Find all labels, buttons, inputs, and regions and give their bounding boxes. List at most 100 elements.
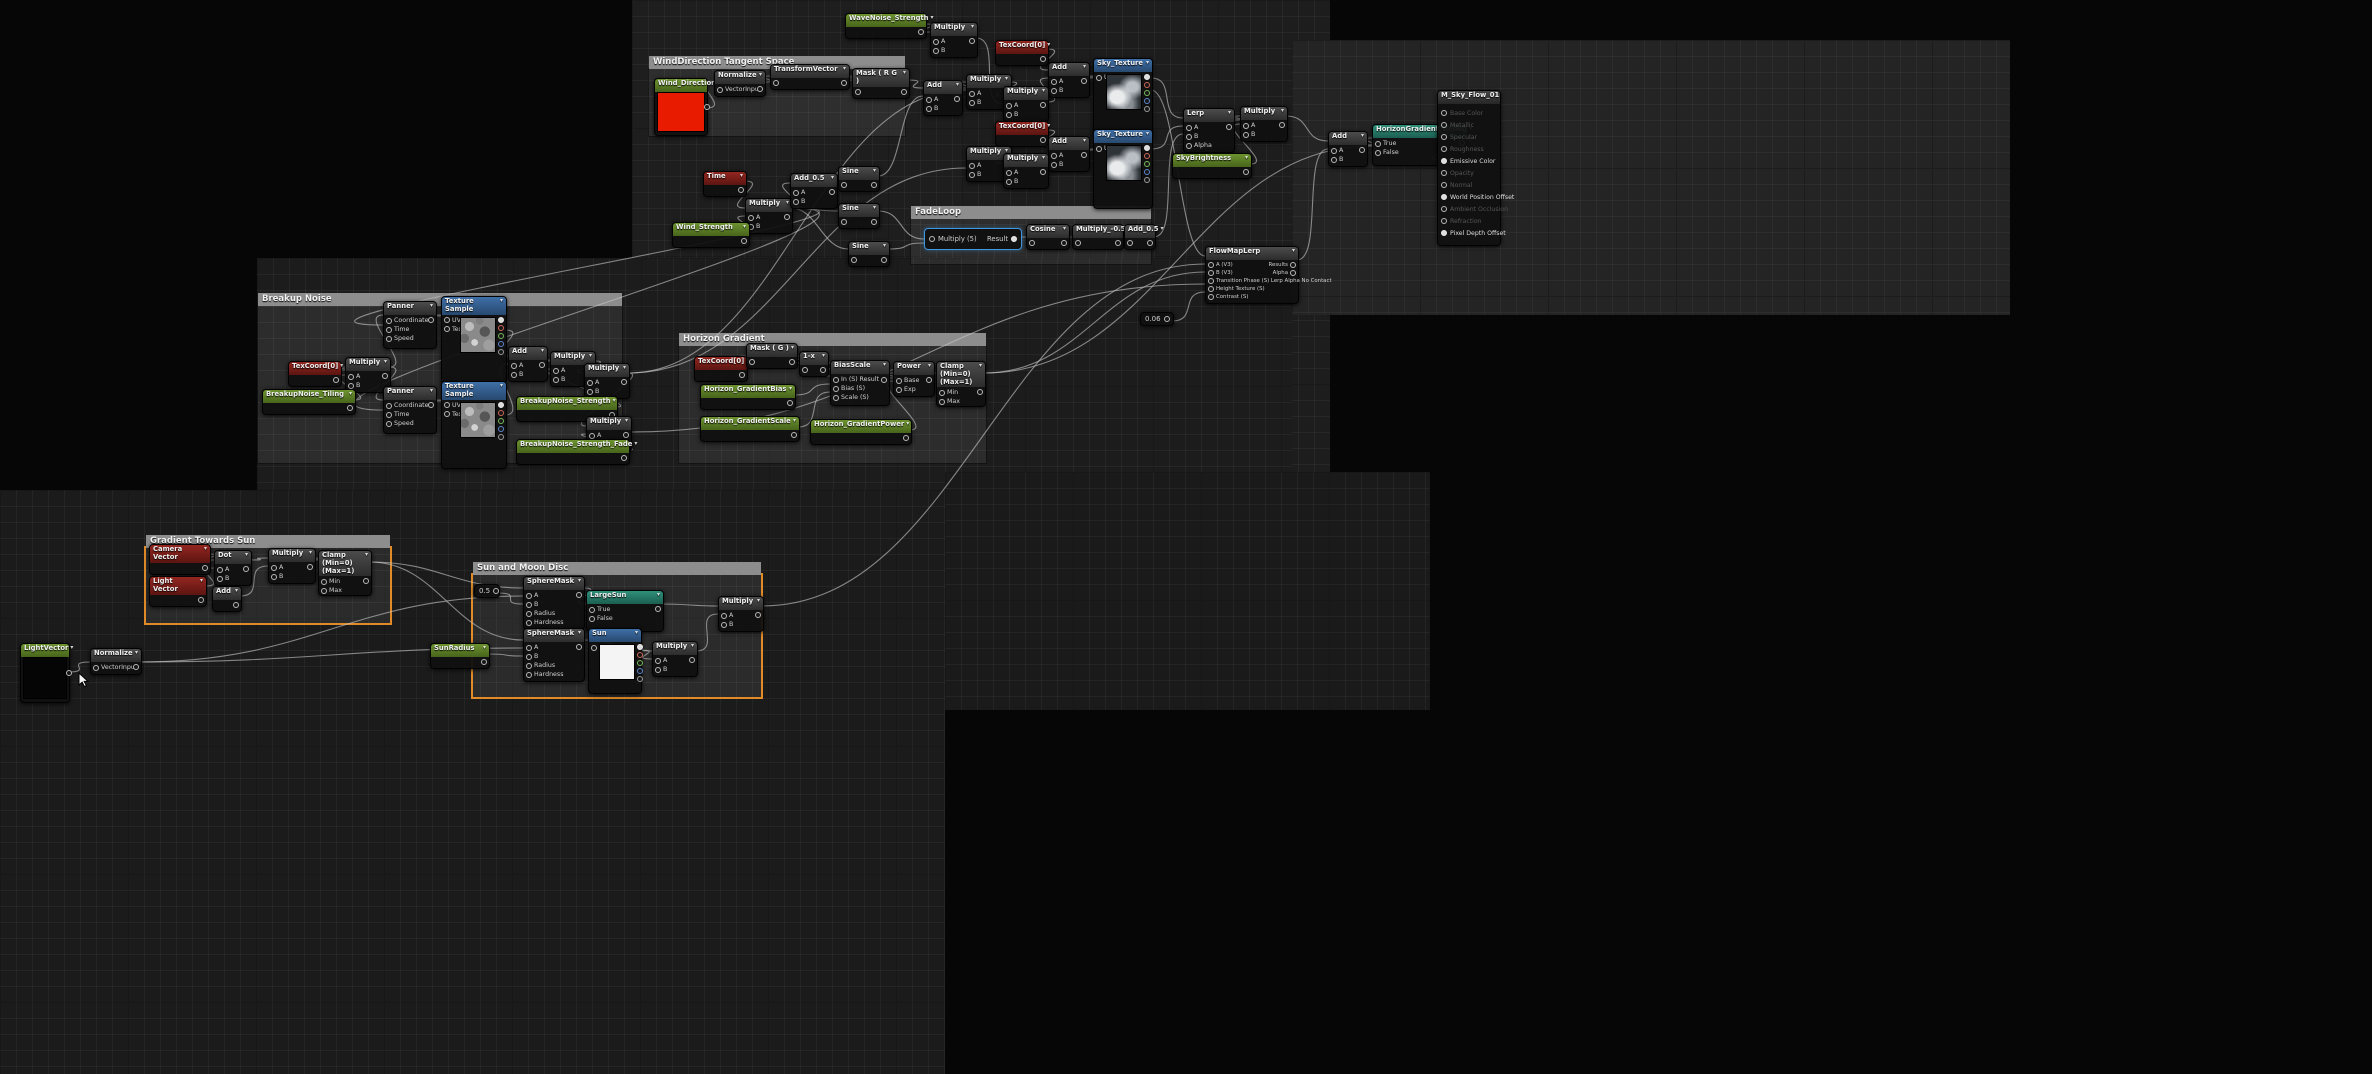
output-pin-row[interactable] bbox=[498, 418, 504, 424]
dropdown-caret-icon[interactable]: ▾ bbox=[793, 418, 796, 429]
input-pin-row[interactable]: UVs bbox=[591, 644, 597, 651]
input-pin-row[interactable]: A bbox=[655, 657, 667, 664]
pin-specular[interactable] bbox=[1441, 134, 1447, 140]
node-header[interactable]: Horizon_GradientScale▾ bbox=[701, 417, 799, 430]
output-pin-row[interactable] bbox=[498, 317, 504, 323]
node-texcoord_d[interactable]: TexCoord[0]▾ bbox=[694, 356, 748, 382]
node-wind_direction[interactable]: Wind_Direction▾ bbox=[654, 78, 708, 136]
input-pin-row[interactable]: B (V3) bbox=[1208, 270, 1278, 276]
pin-in[interactable] bbox=[855, 89, 861, 95]
input-pin-row[interactable] bbox=[802, 367, 808, 373]
input-pin-row[interactable]: UVs bbox=[1096, 145, 1104, 152]
pin-UVs[interactable] bbox=[444, 402, 450, 408]
node-header[interactable]: Texture Sample▾ bbox=[442, 382, 506, 400]
node-header[interactable]: Time▾ bbox=[704, 172, 746, 185]
dropdown-caret-icon[interactable]: ▾ bbox=[928, 363, 931, 374]
node-sine2[interactable]: Sine▾ bbox=[838, 203, 880, 229]
output-pin-row[interactable] bbox=[903, 435, 909, 441]
node-texcoord_c[interactable]: TexCoord[0]▾ bbox=[288, 361, 342, 387]
node-horizon_bias[interactable]: Horizon_GradientBias▾ bbox=[700, 384, 796, 410]
pin-out-r[interactable] bbox=[1144, 82, 1150, 88]
pin-out-rgb[interactable] bbox=[498, 402, 504, 408]
pin-out[interactable] bbox=[66, 670, 72, 676]
pin-out-a[interactable] bbox=[637, 676, 643, 682]
pin-B[interactable] bbox=[526, 654, 532, 660]
pin-out-result[interactable] bbox=[918, 29, 924, 35]
input-pin-row[interactable]: A bbox=[721, 612, 733, 619]
dropdown-caret-icon[interactable]: ▾ bbox=[541, 348, 544, 359]
material-input-row[interactable]: Refraction bbox=[1441, 215, 1497, 227]
input-pin-row[interactable]: B bbox=[1051, 87, 1063, 94]
pin-out-result[interactable] bbox=[926, 377, 932, 383]
dropdown-caret-icon[interactable]: ▾ bbox=[578, 578, 581, 589]
pin-B[interactable] bbox=[526, 602, 532, 608]
node-normalize1[interactable]: Normalize▾VectorInput bbox=[714, 70, 766, 97]
pin-B[interactable] bbox=[1006, 179, 1012, 185]
pin-out-result[interactable] bbox=[1040, 137, 1046, 143]
node-header[interactable]: Horizon_GradientBias▾ bbox=[701, 385, 795, 398]
node-material_out[interactable]: M_Sky_Flow_01Base ColorMetallicSpecularR… bbox=[1437, 90, 1501, 246]
output-pin-row[interactable] bbox=[576, 644, 582, 650]
node-cosine[interactable]: Cosine▾ bbox=[1026, 224, 1070, 250]
pin-in[interactable] bbox=[851, 257, 857, 263]
node-header[interactable]: Multiply_-0.5▾ bbox=[1073, 225, 1123, 238]
input-pin-row[interactable]: A bbox=[217, 566, 229, 573]
node-header[interactable]: SunRadius▾ bbox=[431, 644, 489, 657]
input-pin-row[interactable]: B bbox=[1186, 133, 1212, 140]
pin-B[interactable] bbox=[1051, 162, 1057, 168]
pin-A[interactable] bbox=[526, 593, 532, 599]
output-pin-row[interactable] bbox=[841, 80, 847, 86]
pin-in[interactable] bbox=[841, 219, 847, 225]
input-pin-row[interactable]: Alpha bbox=[1186, 142, 1212, 149]
dropdown-caret-icon[interactable]: ▾ bbox=[883, 362, 886, 373]
dropdown-caret-icon[interactable]: ▾ bbox=[740, 173, 743, 184]
pin-A[interactable] bbox=[1006, 170, 1012, 176]
pin-B[interactable] bbox=[933, 48, 939, 54]
pin-Alpha[interactable] bbox=[1186, 143, 1192, 149]
pin-Hardness[interactable] bbox=[526, 672, 532, 678]
material-input-row[interactable]: Emissive Color bbox=[1441, 155, 1497, 167]
node-mul_compact[interactable]: Multiply (5)Result bbox=[924, 228, 1022, 250]
pin-out-result[interactable] bbox=[382, 373, 388, 379]
input-pin-row[interactable]: B bbox=[526, 601, 564, 608]
input-pin-row[interactable]: True bbox=[589, 606, 613, 613]
output-pin-row[interactable] bbox=[498, 349, 504, 355]
node-header[interactable]: BreakupNoise_Strength_Fade▾ bbox=[517, 440, 629, 453]
dropdown-caret-icon[interactable]: ▾ bbox=[135, 650, 138, 661]
node-header[interactable]: Multiply▾ bbox=[746, 199, 792, 212]
pin-out-b[interactable] bbox=[1144, 98, 1150, 104]
pin-out-result[interactable] bbox=[243, 566, 249, 572]
pin-out-result[interactable] bbox=[789, 359, 795, 365]
pin-B[interactable] bbox=[511, 372, 517, 378]
input-pin-row[interactable] bbox=[851, 257, 857, 263]
node-dot1[interactable]: Dot▾AB bbox=[214, 550, 252, 586]
pin-A (V3)[interactable] bbox=[1208, 262, 1214, 268]
pin-out-result[interactable] bbox=[689, 657, 695, 663]
input-pin-row[interactable]: A bbox=[933, 38, 945, 45]
pin-in[interactable] bbox=[773, 80, 779, 86]
node-wind_strength[interactable]: Wind_Strength▾ bbox=[672, 222, 750, 248]
graph-canvas[interactable]: WindDirection Tangent SpaceFadeLoopBreak… bbox=[0, 0, 2372, 1074]
pin-out-result[interactable] bbox=[539, 362, 545, 368]
node-header[interactable]: Light Vector▾ bbox=[150, 577, 206, 595]
pin-UVs[interactable] bbox=[1096, 146, 1102, 152]
pin-B[interactable] bbox=[348, 383, 354, 389]
node-header[interactable]: Sine▾ bbox=[839, 167, 879, 180]
input-pin-row[interactable]: B bbox=[926, 105, 938, 112]
output-pin-row[interactable] bbox=[901, 89, 907, 95]
pin-out-result[interactable] bbox=[881, 257, 887, 263]
pin-out-result[interactable] bbox=[198, 597, 204, 603]
dropdown-caret-icon[interactable]: ▾ bbox=[1361, 133, 1364, 144]
node-header[interactable]: Camera Vector▾ bbox=[150, 545, 210, 563]
output-pin-row[interactable] bbox=[1144, 98, 1150, 104]
output-pin-row[interactable] bbox=[623, 432, 629, 438]
node-header[interactable]: LargeSun▾ bbox=[587, 591, 663, 604]
pin-out-result[interactable] bbox=[363, 578, 369, 584]
pin-normal[interactable] bbox=[1441, 182, 1447, 188]
pin-UVs[interactable] bbox=[1096, 75, 1102, 81]
pin-out-alpha[interactable] bbox=[1290, 270, 1296, 276]
pin-Scale (S)[interactable] bbox=[833, 395, 839, 401]
dropdown-caret-icon[interactable]: ▾ bbox=[791, 345, 794, 356]
input-pin-row[interactable] bbox=[855, 89, 861, 95]
node-bias_scale[interactable]: BiasScale▾In (S)Bias (S)Scale (S)Result bbox=[830, 360, 890, 406]
